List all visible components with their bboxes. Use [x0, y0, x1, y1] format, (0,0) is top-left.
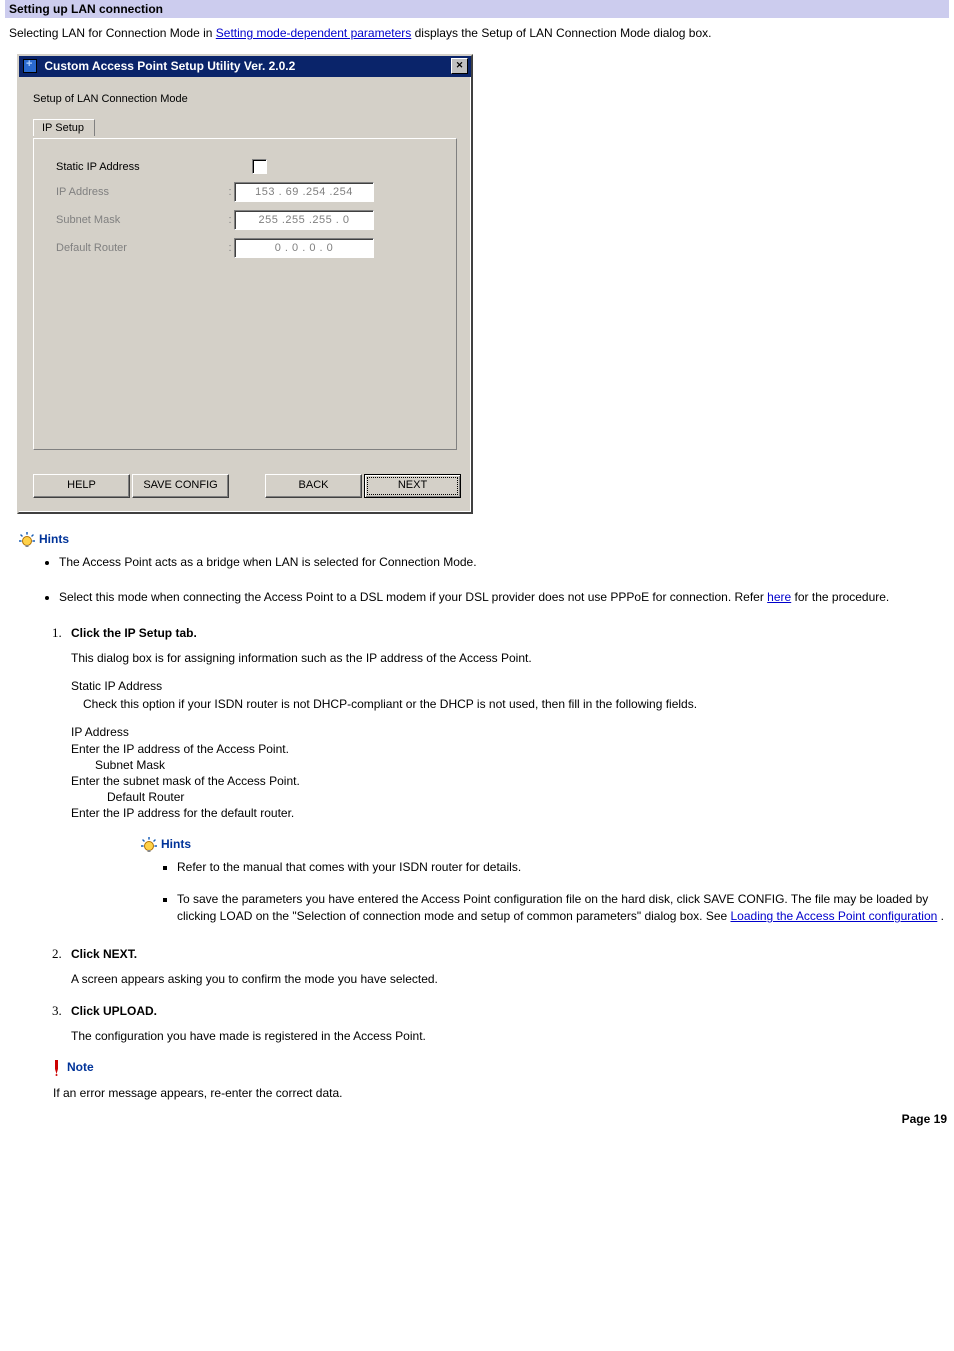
step3-desc: The configuration you have made is regis… [71, 1028, 949, 1044]
term-default-router: Default Router [71, 789, 949, 805]
dialog-subtitle: Setup of LAN Connection Mode [33, 93, 457, 105]
desc-subnet-mask: Enter the subnet mask of the Access Poin… [71, 773, 949, 789]
hint-dsl-prefix: Select this mode when connecting the Acc… [59, 590, 767, 604]
hint-dsl: Select this mode when connecting the Acc… [59, 589, 949, 606]
note-text: If an error message appears, re-enter th… [53, 1086, 949, 1100]
desc-default-router: Enter the IP address for the default rou… [71, 805, 949, 821]
section-header: Setting up LAN connection [5, 0, 949, 18]
label-default-router: Default Router [56, 242, 226, 254]
colon: : [226, 214, 234, 226]
step1-title: Click the IP Setup tab. [71, 626, 949, 640]
colon: : [226, 242, 234, 254]
hints-heading-2: Hints [161, 837, 191, 851]
term-ip-address: IP Address [71, 724, 949, 740]
step2-title: Click NEXT. [71, 947, 949, 961]
desc-static-ip: Check this option if your ISDN router is… [71, 696, 949, 712]
hint-dsl-suffix: for the procedure. [795, 590, 890, 604]
hints-icon [141, 837, 155, 851]
dialog-title: Custom Access Point Setup Utility Ver. 2… [44, 59, 295, 73]
dialog-button-bar: HELP SAVE CONFIG BACK NEXT [19, 464, 471, 512]
label-static-ip: Static IP Address [56, 161, 226, 173]
procedure-steps: Click the IP Setup tab. This dialog box … [5, 625, 949, 1044]
hints-block-2: Hints Refer to the manual that comes wit… [141, 837, 949, 925]
link-setting-mode-dependent[interactable]: Setting mode-dependent parameters [216, 26, 411, 40]
intro-suffix: displays the Setup of LAN Connection Mod… [415, 26, 712, 40]
input-default-router[interactable]: 0 . 0 . 0 . 0 [234, 238, 374, 258]
step1-desc: This dialog box is for assigning informa… [71, 650, 949, 666]
link-here[interactable]: here [767, 590, 791, 604]
close-button[interactable]: ✕ [451, 58, 468, 74]
page-footer: Page 19 [5, 1112, 949, 1126]
hint-save-config: To save the parameters you have entered … [177, 891, 949, 926]
tabstrip: IP Setup [33, 119, 457, 139]
desc-ip-address: Enter the IP address of the Access Point… [71, 741, 949, 757]
note-block: Note If an error message appears, re-ent… [51, 1060, 949, 1100]
app-icon [23, 59, 37, 73]
back-button[interactable]: BACK [265, 474, 362, 498]
label-subnet-mask: Subnet Mask [56, 214, 226, 226]
link-loading-config[interactable]: Loading the Access Point configuration [731, 909, 938, 923]
dialog-window: Custom Access Point Setup Utility Ver. 2… [17, 54, 473, 514]
hint-manual: Refer to the manual that comes with your… [177, 859, 949, 876]
checkbox-static-ip[interactable] [252, 159, 267, 174]
next-button[interactable]: NEXT [364, 474, 461, 498]
intro-prefix: Selecting LAN for Connection Mode in [9, 26, 216, 40]
hint-bridge: The Access Point acts as a bridge when L… [59, 554, 949, 571]
dialog-titlebar: Custom Access Point Setup Utility Ver. 2… [19, 56, 471, 77]
input-subnet-mask[interactable]: 255 .255 .255 . 0 [234, 210, 374, 230]
hint2-suffix: . [941, 909, 944, 923]
save-config-button[interactable]: SAVE CONFIG [132, 474, 229, 498]
hints-list-1: The Access Point acts as a bridge when L… [19, 554, 949, 607]
input-ip-address[interactable]: 153 . 69 .254 .254 [234, 182, 374, 202]
term-static-ip: Static IP Address [71, 678, 949, 694]
note-heading: Note [67, 1060, 94, 1074]
tab-panel-ip-setup: Static IP Address IP Address : 153 . 69 … [33, 138, 457, 450]
hints-heading: Hints [39, 532, 69, 546]
hints-block-1: Hints The Access Point acts as a bridge … [19, 532, 949, 607]
tab-ip-setup[interactable]: IP Setup [33, 119, 95, 136]
note-icon [51, 1060, 61, 1074]
help-button[interactable]: HELP [33, 474, 130, 498]
label-ip-address: IP Address [56, 186, 226, 198]
step3-title: Click UPLOAD. [71, 1004, 949, 1018]
colon: : [226, 186, 234, 198]
hints-list-2: Refer to the manual that comes with your… [141, 859, 949, 925]
dialog-screenshot: Custom Access Point Setup Utility Ver. 2… [17, 54, 949, 514]
term-subnet-mask: Subnet Mask [71, 757, 949, 773]
hints-icon [19, 532, 33, 546]
step2-desc: A screen appears asking you to confirm t… [71, 971, 949, 987]
intro-paragraph: Selecting LAN for Connection Mode in Set… [9, 26, 949, 40]
